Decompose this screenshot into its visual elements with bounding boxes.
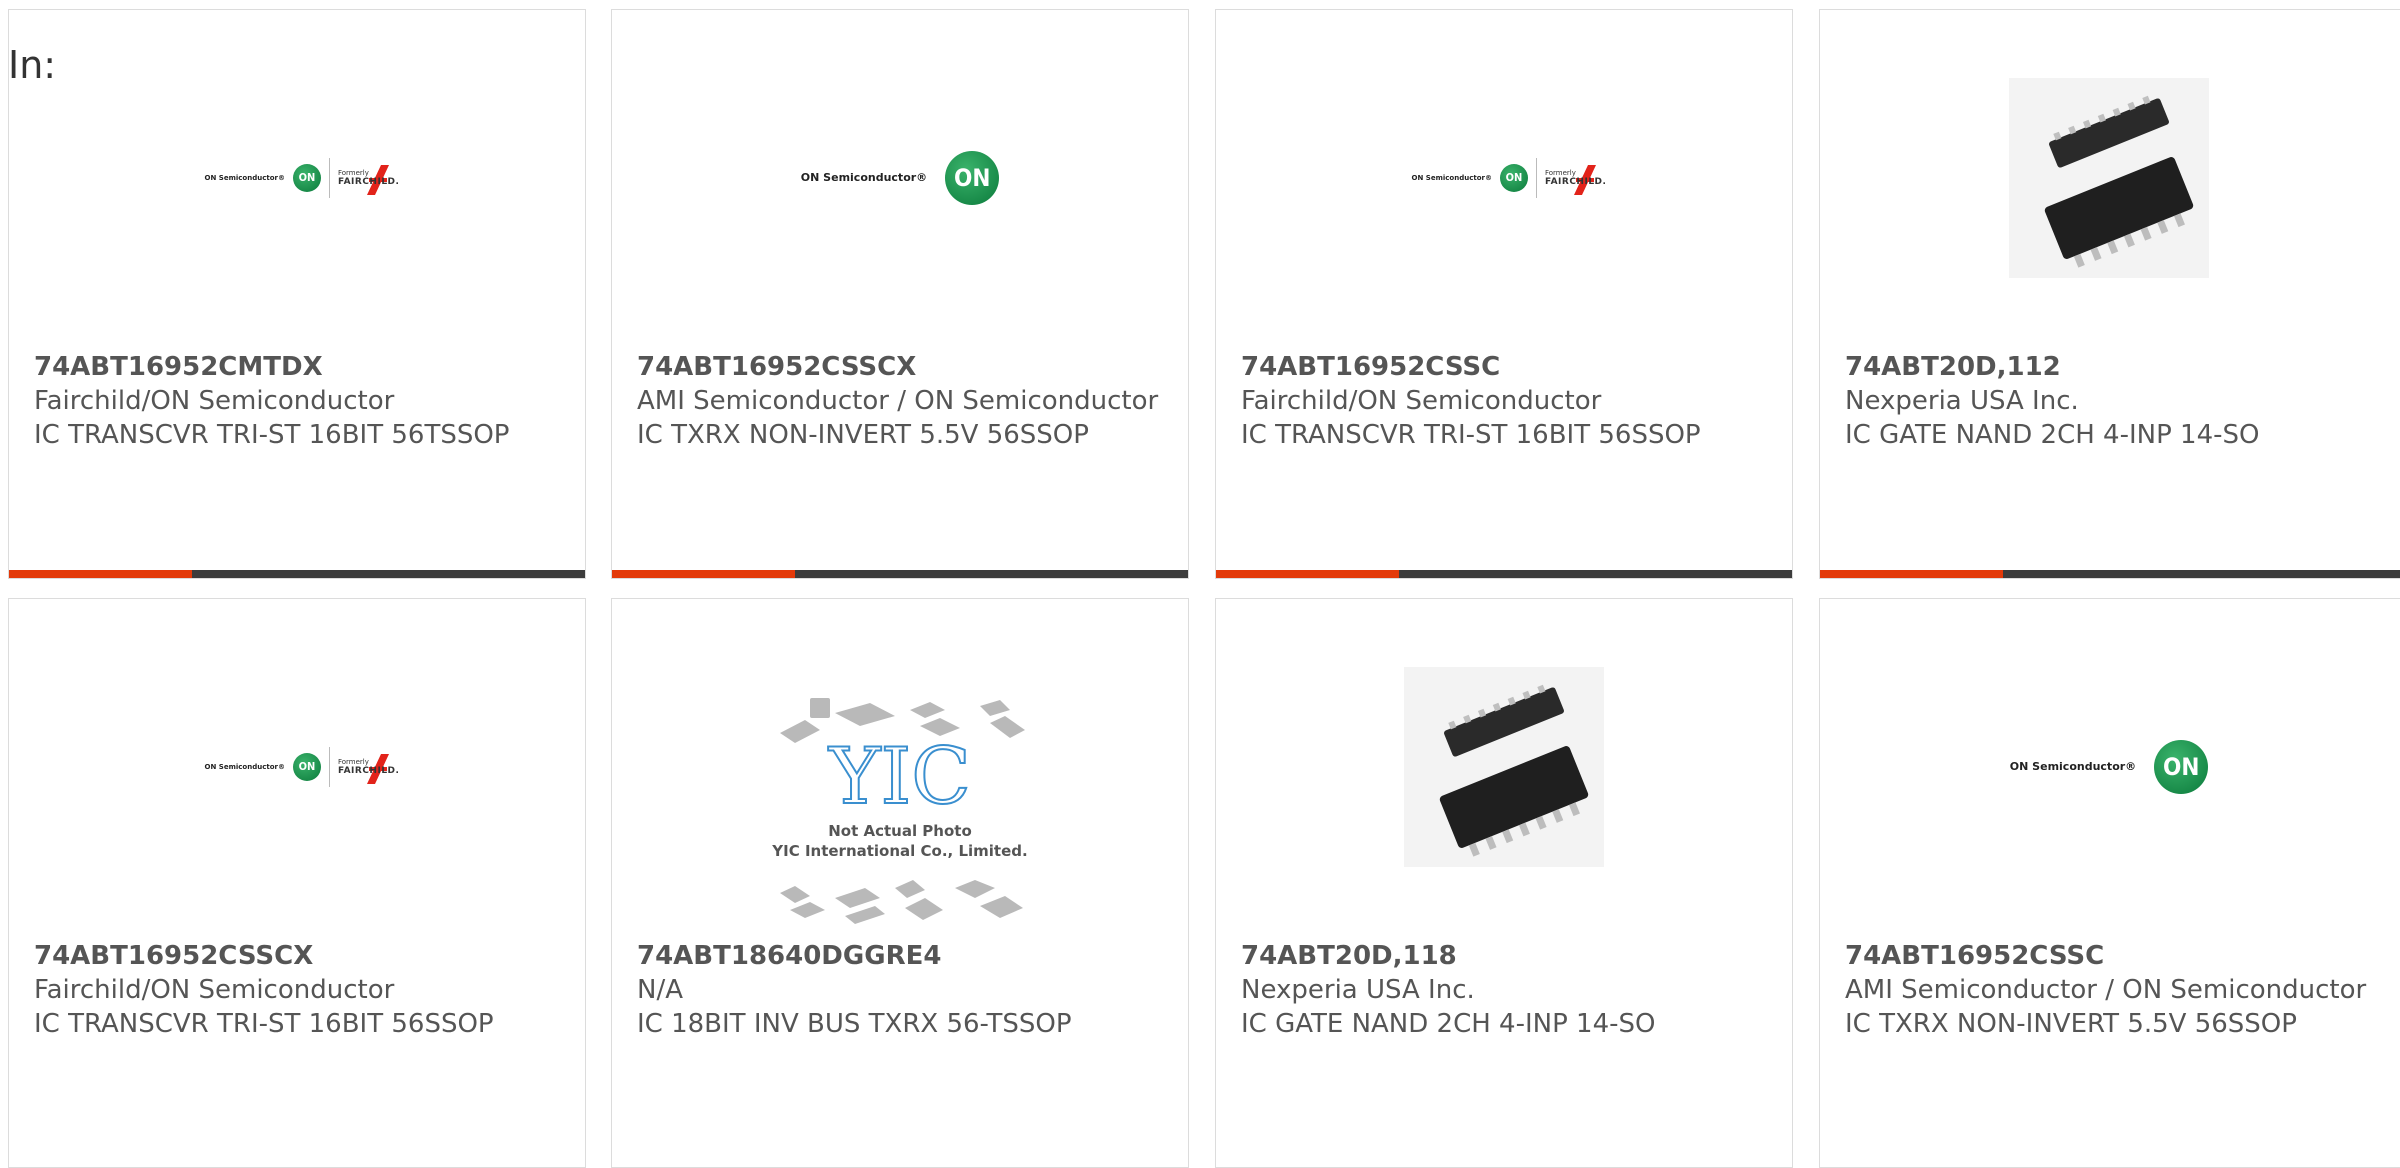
card-footer-bar — [612, 570, 1188, 578]
on-logo-icon: ON — [292, 752, 321, 781]
product-card[interactable]: ON Semiconductor® ON Formerly FAIRCHILD.… — [8, 9, 586, 579]
svg-text:YIC: YIC — [828, 732, 971, 822]
product-image[interactable]: ON Semiconductor® ON — [1820, 599, 2398, 934]
description: IC TRANSCVR TRI-ST 16BIT 56SSOP — [1241, 420, 1701, 450]
part-number-link[interactable]: 74ABT18640DGGRE4 — [637, 939, 1168, 973]
manufacturer: Nexperia USA Inc. — [1845, 386, 2079, 416]
product-image[interactable]: YIC Not Actual Photo YIC International C… — [612, 599, 1188, 934]
on-fairchild-logo: ON Semiconductor® ON Formerly FAIRCHILD. — [1412, 157, 1606, 198]
on-semiconductor-logo: ON Semiconductor® ON — [801, 150, 1000, 205]
manufacturer: Fairchild/ON Semiconductor — [1241, 386, 1602, 416]
product-image[interactable]: ON Semiconductor® ON Formerly FAIRCHILD. — [1216, 10, 1792, 345]
part-number-link[interactable]: 74ABT20D,118 — [1241, 939, 1772, 973]
product-card[interactable]: ON Semiconductor® ON 74ABT16952CSSC AMI … — [1819, 598, 2400, 1168]
svg-text:YIC International Co., Limited: YIC International Co., Limited. — [771, 842, 1027, 860]
soic-chip-photo — [2009, 77, 2209, 278]
on-logo-icon: ON — [292, 163, 321, 192]
manufacturer: AMI Semiconductor / ON Semiconductor — [1845, 975, 2367, 1005]
filter-label: In: — [8, 43, 57, 87]
on-fairchild-logo: ON Semiconductor® ON Formerly FAIRCHILD. — [205, 157, 399, 198]
card-footer-bar — [1820, 570, 2400, 578]
product-card[interactable]: ON Semiconductor® ON Formerly FAIRCHILD.… — [8, 598, 586, 1168]
product-card[interactable]: 74ABT20D,118 Nexperia USA Inc. IC GATE N… — [1215, 598, 1793, 1168]
manufacturer: Nexperia USA Inc. — [1241, 975, 1475, 1005]
description: IC GATE NAND 2CH 4-INP 14-SO — [1845, 420, 2260, 450]
yic-placeholder-image: YIC Not Actual Photo YIC International C… — [771, 698, 1028, 924]
product-card[interactable]: ON Semiconductor® ON 74ABT16952CSSCX AMI… — [611, 9, 1189, 579]
card-footer-bar — [9, 570, 585, 578]
on-logo-icon: ON — [945, 150, 1000, 205]
product-image[interactable] — [1216, 599, 1792, 934]
description: IC TXRX NON-INVERT 5.5V 56SSOP — [1845, 1009, 2297, 1039]
part-number-link[interactable]: 74ABT16952CSSCX — [637, 350, 1168, 384]
description: IC TRANSCVR TRI-ST 16BIT 56SSOP — [34, 1009, 494, 1039]
manufacturer: Fairchild/ON Semiconductor — [34, 975, 395, 1005]
product-image[interactable]: ON Semiconductor® ON Formerly FAIRCHILD. — [9, 599, 585, 934]
product-card[interactable]: ON Semiconductor® ON Formerly FAIRCHILD.… — [1215, 9, 1793, 579]
on-semiconductor-logo: ON Semiconductor® ON — [2010, 739, 2209, 794]
description: IC GATE NAND 2CH 4-INP 14-SO — [1241, 1009, 1656, 1039]
product-image[interactable]: ON Semiconductor® ON — [612, 10, 1188, 345]
on-logo-icon: ON — [1499, 163, 1528, 192]
soic-chip-photo — [1404, 666, 1604, 867]
svg-text:Not Actual Photo: Not Actual Photo — [828, 822, 972, 840]
card-footer-bar — [1216, 570, 1792, 578]
part-number-link[interactable]: 74ABT16952CSSCX — [34, 939, 565, 973]
description: IC TXRX NON-INVERT 5.5V 56SSOP — [637, 420, 1089, 450]
part-number-link[interactable]: 74ABT16952CSSC — [1241, 350, 1772, 384]
on-logo-icon: ON — [2154, 739, 2209, 794]
product-image[interactable]: ON Semiconductor® ON Formerly FAIRCHILD. — [9, 10, 585, 345]
manufacturer: Fairchild/ON Semiconductor — [34, 386, 395, 416]
manufacturer: AMI Semiconductor / ON Semiconductor — [637, 386, 1159, 416]
product-card[interactable]: YIC Not Actual Photo YIC International C… — [611, 598, 1189, 1168]
part-number-link[interactable]: 74ABT16952CSSC — [1845, 939, 2380, 973]
product-card[interactable]: 74ABT20D,112 Nexperia USA Inc. IC GATE N… — [1819, 9, 2400, 579]
description: IC 18BIT INV BUS TXRX 56-TSSOP — [637, 1009, 1072, 1039]
description: IC TRANSCVR TRI-ST 16BIT 56TSSOP — [34, 420, 510, 450]
on-fairchild-logo: ON Semiconductor® ON Formerly FAIRCHILD. — [205, 746, 399, 787]
manufacturer: N/A — [637, 975, 683, 1005]
product-image[interactable] — [1820, 10, 2398, 345]
part-number-link[interactable]: 74ABT16952CMTDX — [34, 350, 565, 384]
part-number-link[interactable]: 74ABT20D,112 — [1845, 350, 2380, 384]
